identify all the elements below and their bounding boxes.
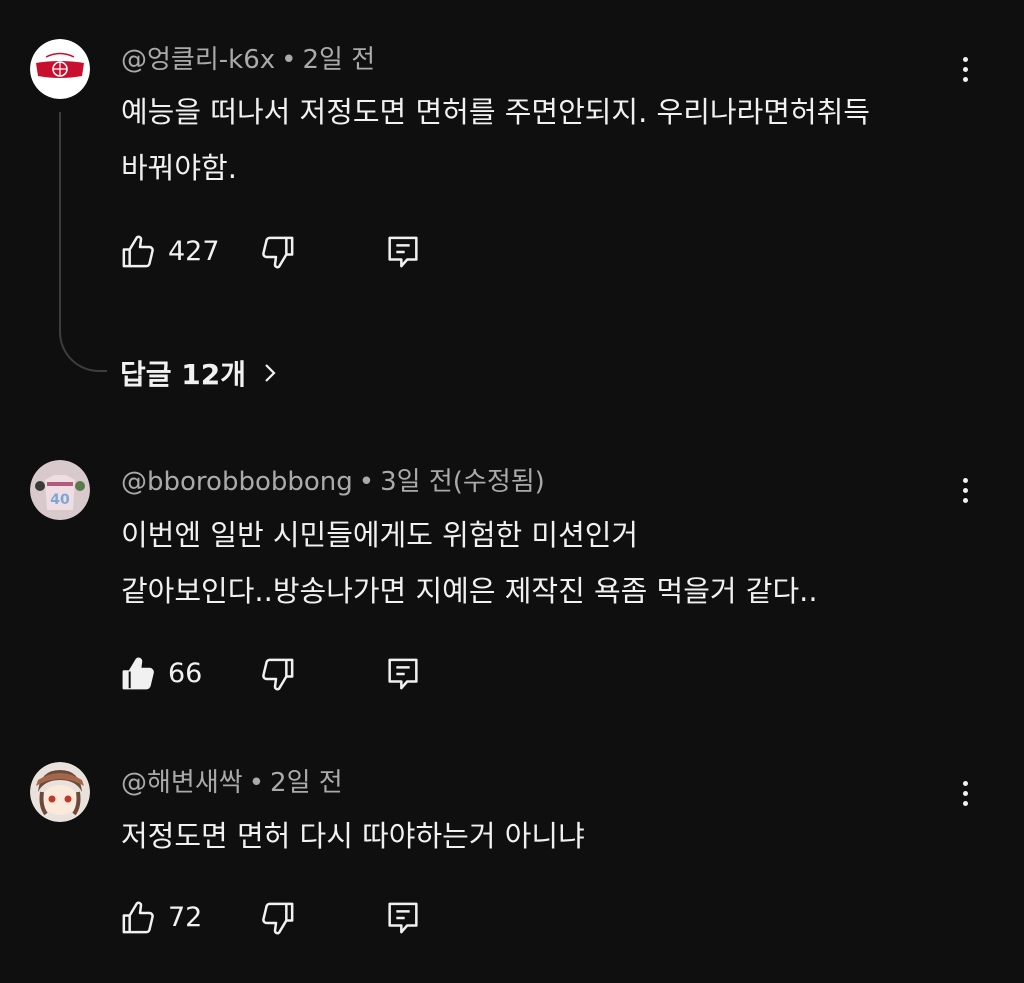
svg-text:40: 40: [50, 492, 70, 508]
chevron-right-icon: [265, 364, 276, 382]
like-count: 427: [168, 236, 220, 267]
avatar[interactable]: 40: [30, 460, 90, 520]
thread-connector: [59, 112, 107, 372]
dislike-button[interactable]: [258, 896, 298, 940]
comment-line: 바꿔야함.: [121, 151, 237, 185]
comment-line: 저정도면 면허 다시 따야하는거 아니냐: [121, 819, 585, 853]
comment-line: 이번엔 일반 시민들에게도 위험한 미션인거: [121, 518, 639, 552]
thumb-down-icon: [262, 658, 294, 691]
reply-button[interactable]: [383, 896, 423, 940]
comment-meta: @bborobbobbong • 3일 전(수정됨): [121, 466, 545, 498]
meta-separator: •: [281, 45, 297, 75]
comment-line: 예능을 떠나서 저정도면 면허를 주면안되지. 우리나라면허취득: [121, 95, 870, 129]
reply-icon: [388, 902, 418, 934]
comment-author[interactable]: @엉클리-k6x: [121, 45, 275, 75]
meta-separator: •: [248, 768, 265, 798]
reply-icon: [388, 236, 418, 268]
comment-time[interactable]: 2일 전: [302, 45, 375, 75]
replies-label: 답글 12개: [120, 358, 246, 391]
like-count: 66: [168, 658, 203, 689]
more-vertical-icon[interactable]: [950, 773, 980, 813]
dislike-button[interactable]: [258, 652, 298, 696]
reply-button[interactable]: [383, 230, 423, 274]
like-button[interactable]: [118, 896, 158, 940]
reply-button[interactable]: [383, 652, 423, 696]
dislike-button[interactable]: [258, 230, 298, 274]
avatar[interactable]: [30, 39, 90, 99]
thumb-up-icon: [122, 901, 154, 934]
comment-meta: @해변새싹 • 2일 전: [121, 767, 343, 799]
thumb-down-icon: [262, 902, 294, 935]
like-button[interactable]: [118, 652, 158, 696]
like-button[interactable]: [118, 230, 158, 274]
comments-panel: @엉클리-k6x • 2일 전 예능을 떠나서 저정도면 면허를 주면안되지. 우리…: [0, 0, 1024, 983]
comment-text: 예능을 떠나서 저정도면 면허를 주면안되지. 우리나라면허취득 바꿔야함.: [121, 84, 870, 196]
comment-time[interactable]: 2일 전: [270, 768, 343, 798]
more-vertical-icon[interactable]: [950, 470, 980, 510]
thumb-up-icon: [122, 657, 154, 690]
view-replies-button[interactable]: 답글 12개: [120, 352, 280, 394]
comment-text: 이번엔 일반 시민들에게도 위험한 미션인거 같아보인다..방송나가면 지예은 …: [121, 507, 818, 619]
more-vertical-icon[interactable]: [950, 49, 980, 89]
comment-meta: @엉클리-k6x • 2일 전: [121, 44, 375, 76]
comment-author[interactable]: @bborobbobbong: [121, 467, 353, 497]
comment-line: 같아보인다..방송나가면 지예은 제작진 욕좀 먹을거 같다..: [121, 574, 818, 608]
like-count: 72: [168, 902, 203, 933]
thumb-down-icon: [262, 236, 294, 269]
avatar[interactable]: [30, 762, 90, 822]
comment-author[interactable]: @해변새싹: [121, 768, 243, 798]
thumb-up-icon: [122, 235, 154, 268]
comment-time[interactable]: 3일 전(수정됨): [380, 467, 545, 497]
meta-separator: •: [358, 467, 375, 497]
reply-icon: [388, 658, 418, 690]
comment-text: 저정도면 면허 다시 따야하는거 아니냐: [121, 808, 585, 864]
